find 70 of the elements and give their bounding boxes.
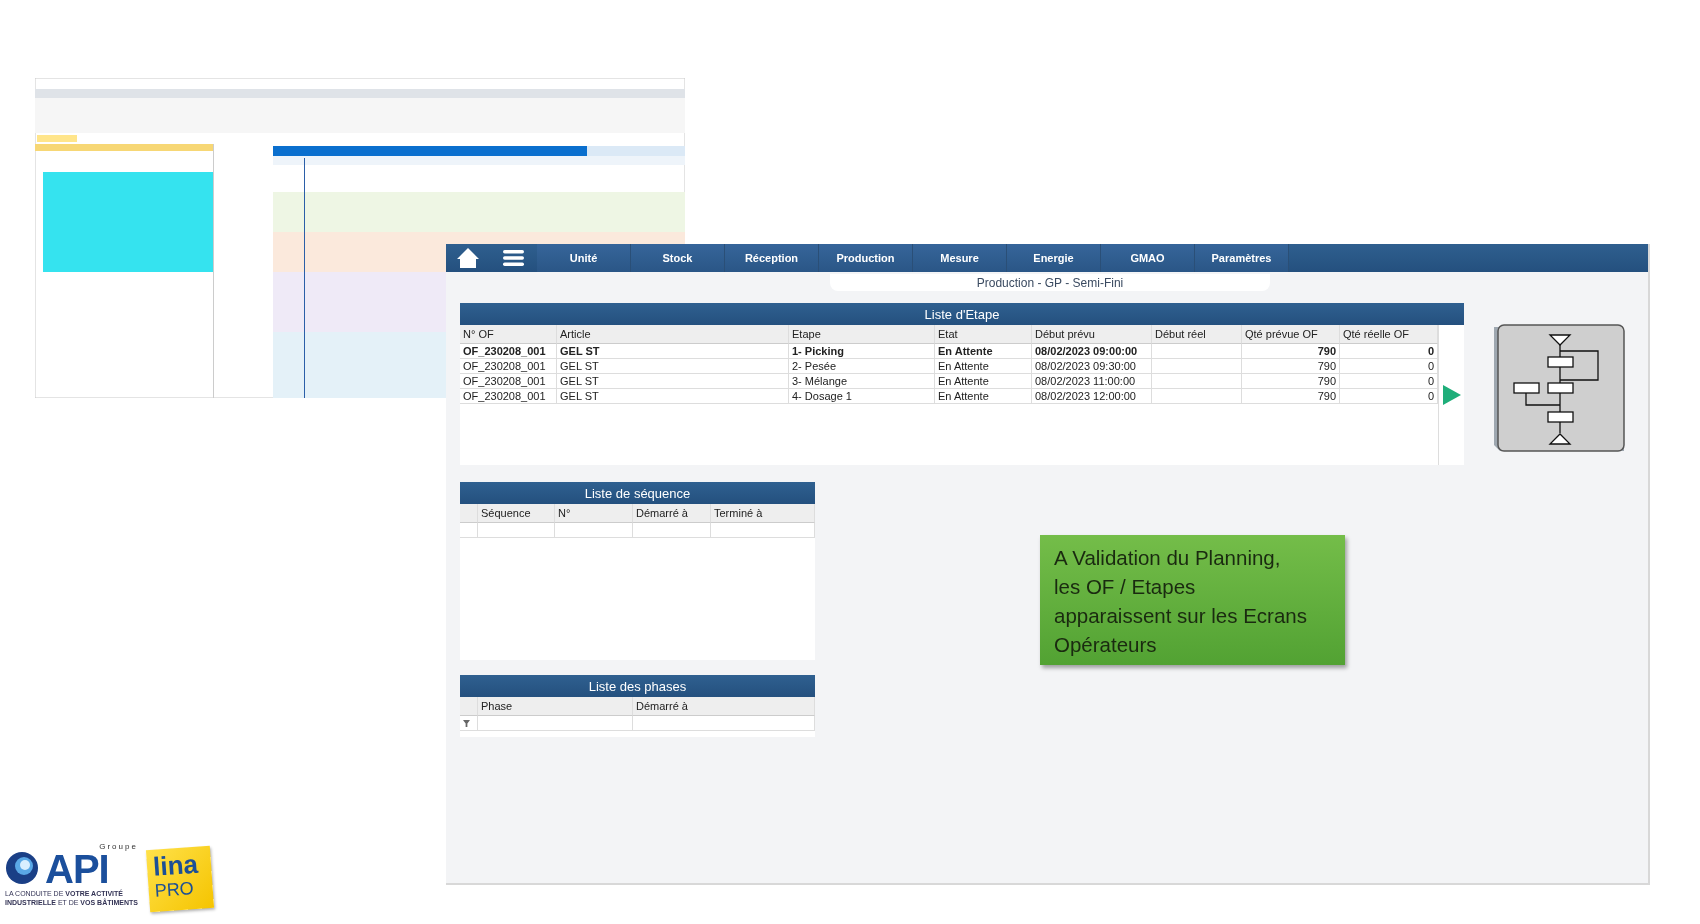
- table-cell: 08/02/2023 09:00:00: [1032, 344, 1152, 359]
- logo-caption: Groupe: [98, 842, 138, 851]
- column-header[interactable]: Etat: [935, 325, 1032, 344]
- table-cell: 790: [1242, 374, 1340, 389]
- table-cell: 0: [1340, 359, 1438, 374]
- table-cell: 1- Picking: [789, 344, 935, 359]
- nav-tab[interactable]: Production: [819, 244, 913, 272]
- table-cell: 2- Pesée: [789, 359, 935, 374]
- table-cell: 0: [1340, 344, 1438, 359]
- column-header[interactable]: Démarré à: [633, 697, 815, 716]
- table-cell[interactable]: [555, 523, 633, 538]
- nav-tab[interactable]: Unité: [537, 244, 631, 272]
- logo-text: API: [45, 851, 109, 887]
- table-cell: En Attente: [935, 344, 1032, 359]
- filter-icon[interactable]: [463, 719, 470, 727]
- table-cell: 3- Mélange: [789, 374, 935, 389]
- table-cell: 0: [1340, 389, 1438, 404]
- table-cell: 790: [1242, 389, 1340, 404]
- table-cell: 0: [1340, 374, 1438, 389]
- column-header[interactable]: Début réel: [1152, 325, 1242, 344]
- table-cell[interactable]: [478, 523, 555, 538]
- column-header[interactable]: Qté prévue OF: [1242, 325, 1340, 344]
- column-header[interactable]: N°: [555, 504, 633, 523]
- nav-tab[interactable]: Paramètres: [1195, 244, 1289, 272]
- table-cell: 08/02/2023 11:00:00: [1032, 374, 1152, 389]
- column-header[interactable]: Début prévu: [1032, 325, 1152, 344]
- table-cell[interactable]: [633, 523, 711, 538]
- menu-icon[interactable]: [503, 250, 524, 266]
- column-header[interactable]: Phase: [478, 697, 633, 716]
- table-cell: 08/02/2023 12:00:00: [1032, 389, 1152, 404]
- nav-tab[interactable]: Stock: [631, 244, 725, 272]
- table-cell: 790: [1242, 359, 1340, 374]
- column-header[interactable]: N° OF: [460, 325, 557, 344]
- nav-tab[interactable]: Mesure: [913, 244, 1007, 272]
- table-cell: GEL ST: [557, 359, 789, 374]
- table-cell: En Attente: [935, 389, 1032, 404]
- table-cell[interactable]: [633, 716, 815, 731]
- panel-title: Liste des phases: [460, 675, 815, 697]
- screen-subtitle: Production - GP - Semi-Fini: [830, 274, 1270, 291]
- panel-title: Liste d'Etape: [460, 303, 1464, 325]
- table-cell: 4- Dosage 1: [789, 389, 935, 404]
- panel-title: Liste de séquence: [460, 482, 815, 504]
- table-cell: En Attente: [935, 359, 1032, 374]
- row-header: [460, 504, 478, 523]
- table-cell[interactable]: [478, 716, 633, 731]
- column-header[interactable]: Démarré à: [633, 504, 711, 523]
- sphere-icon: [5, 851, 39, 885]
- table-cell: 08/02/2023 09:30:00: [1032, 359, 1152, 374]
- home-icon[interactable]: [457, 247, 479, 269]
- nav-tab[interactable]: Réception: [725, 244, 819, 272]
- table-cell: OF_230208_001: [460, 374, 557, 389]
- column-header[interactable]: Article: [557, 325, 789, 344]
- table-cell: En Attente: [935, 374, 1032, 389]
- table-cell: OF_230208_001: [460, 389, 557, 404]
- callout-note: A Validation du Planning, les OF / Etapes apparaissent sur les Ecrans Opérateurs: [1040, 535, 1345, 665]
- table-cell: OF_230208_001: [460, 344, 557, 359]
- table-cell: OF_230208_001: [460, 359, 557, 374]
- column-header[interactable]: Terminé à: [711, 504, 815, 523]
- nav-tab[interactable]: Energie: [1007, 244, 1101, 272]
- nav-tab[interactable]: GMAO: [1101, 244, 1195, 272]
- table-cell: GEL ST: [557, 389, 789, 404]
- play-icon[interactable]: [1442, 385, 1461, 405]
- table-cell: GEL ST: [557, 374, 789, 389]
- table-cell: 790: [1242, 344, 1340, 359]
- table-cell: GEL ST: [557, 344, 789, 359]
- table-cell[interactable]: [711, 523, 815, 538]
- column-header[interactable]: Qté réelle OF: [1340, 325, 1438, 344]
- column-header[interactable]: Etape: [789, 325, 935, 344]
- row-header: [460, 523, 478, 538]
- column-header[interactable]: Séquence: [478, 504, 555, 523]
